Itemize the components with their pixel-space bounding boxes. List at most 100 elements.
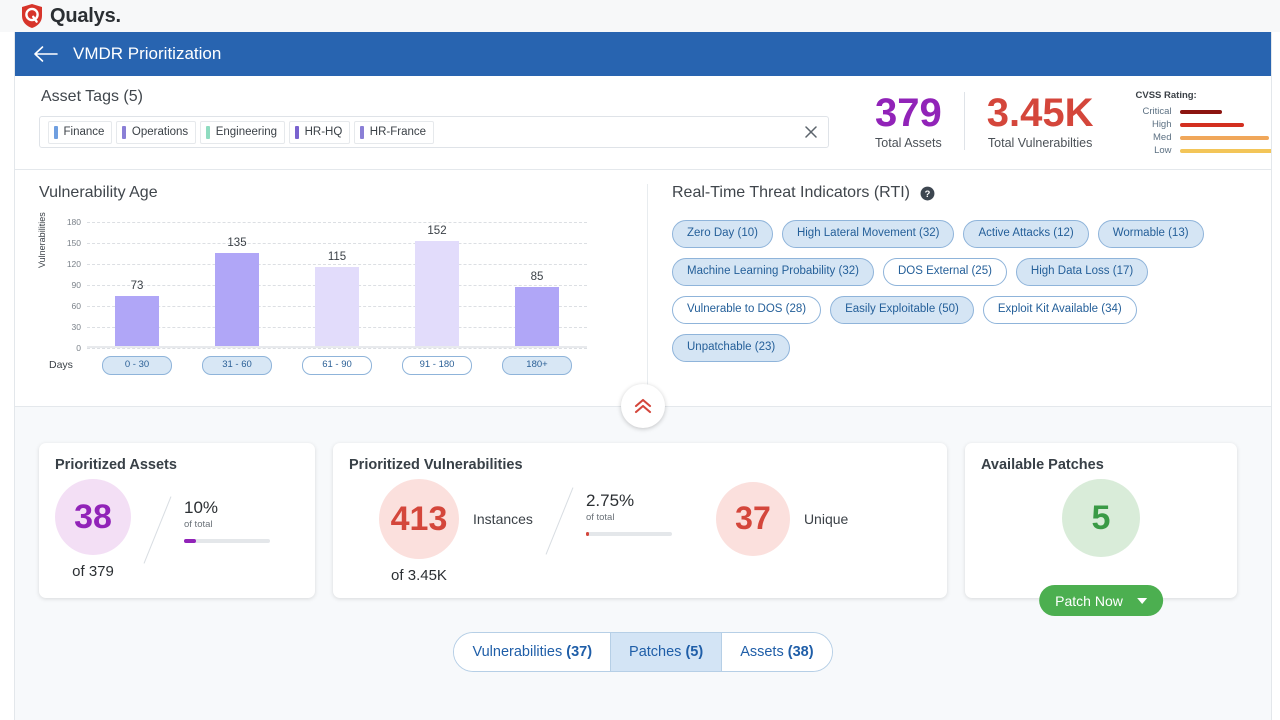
title-bar: VMDR Prioritization xyxy=(15,32,1271,76)
asset-tag[interactable]: HR-France xyxy=(354,120,435,144)
bottom-tabs: Vulnerabilities (37) Patches (5) Assets (3… xyxy=(453,632,833,672)
y-axis-tick: 0 xyxy=(76,343,81,353)
kpi-value: 3.45K xyxy=(986,91,1094,135)
tab-count: (37) xyxy=(566,644,593,660)
brand-bar: Qualys. xyxy=(0,0,1280,32)
chart-bar[interactable] xyxy=(515,287,559,346)
x-axis-category-pill[interactable]: 180+ xyxy=(502,356,572,375)
close-icon[interactable] xyxy=(804,125,818,139)
patch-now-label: Patch Now xyxy=(1055,592,1123,609)
chart-bar-cell[interactable]: 152 xyxy=(387,222,487,346)
bottom-tab[interactable]: Patches (5) xyxy=(610,633,722,671)
patch-now-button[interactable]: Patch Now xyxy=(1039,585,1163,616)
vulns-percent-fill xyxy=(585,532,590,536)
chart-bar-value: 115 xyxy=(327,250,347,263)
collapse-panels-button[interactable] xyxy=(621,384,665,428)
prioritized-vulnerabilities-card: Prioritized Vulnerabilities 413 of 3.45K… xyxy=(333,443,947,598)
asset-tag[interactable]: Operations xyxy=(116,120,197,144)
chart-bar-cell[interactable]: 73 xyxy=(87,222,187,346)
cvss-bar-track xyxy=(1179,135,1272,140)
assets-value: 38 xyxy=(74,497,112,536)
vulns-of-total: of 3.45K xyxy=(391,567,447,584)
rti-pill[interactable]: High Lateral Movement (32) xyxy=(781,220,955,248)
asset-tag-list: Finance Operations Engineering HR-HQ HR-Fran… xyxy=(48,120,438,144)
x-axis-category-pill[interactable]: 0 - 30 xyxy=(102,356,172,375)
x-axis-cell: 31 - 60 xyxy=(187,356,287,375)
vulns-instances-circle: 413 xyxy=(379,479,459,559)
rti-pill[interactable]: DOS External (25) xyxy=(882,258,1007,286)
x-axis-category-pill[interactable]: 31 - 60 xyxy=(202,356,272,375)
x-axis-category-pill[interactable]: 61 - 90 xyxy=(302,356,372,375)
rti-title: Real-Time Threat Indicators (RTI) xyxy=(672,184,910,201)
bottom-tab[interactable]: Assets (38) xyxy=(721,633,832,671)
chart-category-pills: 0 - 30 31 - 60 61 - 90 91 - 180 180+ xyxy=(87,356,587,375)
cvss-row: Med840 xyxy=(1136,131,1272,144)
rti-pill[interactable]: Wormable (13) xyxy=(1097,220,1204,248)
rti-row: Unpatchable (23) xyxy=(672,334,1232,372)
asset-tag[interactable]: Engineering xyxy=(200,120,286,144)
cvss-row: Low1865 xyxy=(1136,144,1271,157)
rti-pill[interactable]: Zero Day (10) xyxy=(672,220,773,248)
rti-pill[interactable]: High Data Loss (17) xyxy=(1015,258,1149,286)
chart-bar-value: 135 xyxy=(227,237,247,249)
rti-pill[interactable]: Vulnerable to DOS (28) xyxy=(672,296,822,324)
rti-row: Zero Day (10) High Lateral Movement (32) A… xyxy=(672,220,1232,258)
rti-pill[interactable]: Easily Exploitable (50) xyxy=(830,296,974,324)
card-title: Available Patches xyxy=(981,457,1104,473)
divider-slash xyxy=(545,486,574,555)
tag-label: HR-HQ xyxy=(304,126,343,138)
summary-cards: Prioritized Assets 38 of 379 10% of tota… xyxy=(15,407,1271,616)
qualys-logo[interactable]: Qualys. xyxy=(20,3,121,29)
help-circle-icon[interactable]: ? xyxy=(920,186,935,201)
rti-panel: Real-Time Threat Indicators (RTI) ? Zero… xyxy=(648,170,1271,406)
tab-count: (38) xyxy=(787,644,814,660)
mid-panels: Vulnerability Age Vulnerabilities 0 30 60 9… xyxy=(15,170,1271,428)
vulns-percent-block: 2.75% of total xyxy=(585,491,672,536)
kpi-caption: Total Vulnerabilties xyxy=(987,136,1093,150)
assets-percent-sub: of total xyxy=(184,519,213,530)
vulns-instances-value: 413 xyxy=(390,499,448,538)
kpi-value: 379 xyxy=(875,91,942,135)
x-axis-category-pill[interactable]: 91 - 180 xyxy=(402,356,472,375)
asset-tags-input[interactable]: Finance Operations Engineering HR-HQ HR-Fran… xyxy=(39,116,829,148)
cvss-bar-track xyxy=(1179,148,1271,153)
chart-bar[interactable] xyxy=(315,266,359,346)
rti-pill[interactable]: Unpatchable (23) xyxy=(672,334,791,362)
assets-value-circle: 38 xyxy=(55,479,131,555)
vulns-metric-row: 413 of 3.45K Instances 2.75% of total 37… xyxy=(349,479,931,584)
y-axis-tick: 180 xyxy=(66,217,81,227)
cvss-bar xyxy=(1179,148,1271,153)
qualys-shield-logo-icon xyxy=(22,4,42,28)
chart-bar-value: 152 xyxy=(427,225,447,238)
assets-of-total: of 379 xyxy=(72,563,114,580)
chart-bar[interactable] xyxy=(115,295,159,346)
asset-tag[interactable]: HR-HQ xyxy=(289,120,351,144)
chart-bar[interactable] xyxy=(415,241,459,346)
card-title: Prioritized Vulnerabilities xyxy=(349,457,523,473)
cvss-bar-track xyxy=(1179,109,1272,114)
vulns-unique-circle: 37 xyxy=(715,481,790,556)
assets-percent: 10% xyxy=(184,498,219,517)
rti-row: Vulnerable to DOS (28) Easily Exploitable… xyxy=(672,296,1232,334)
back-arrow-icon[interactable] xyxy=(33,45,59,63)
chart-bar[interactable] xyxy=(215,253,259,346)
chart-bar-cell[interactable]: 115 xyxy=(287,222,387,346)
y-axis-tick: 90 xyxy=(71,280,81,290)
rti-pill[interactable]: Exploit Kit Available (34) xyxy=(982,296,1137,324)
cvss-bar xyxy=(1179,122,1245,127)
y-axis-tick: 60 xyxy=(71,301,81,311)
vulns-percent-sub: of total xyxy=(585,512,615,523)
chart-bar-cell[interactable]: 135 xyxy=(187,222,287,346)
bottom-tab[interactable]: Vulnerabilities (37) xyxy=(454,633,611,671)
rti-row: Machine Learning Probability (32) DOS Ext… xyxy=(672,258,1232,296)
vulnerability-age-chart: Vulnerabilities 0 30 60 90 120 150 180 73 135 11… xyxy=(37,212,599,386)
x-axis-cell: 180+ xyxy=(487,356,587,375)
rti-pill[interactable]: Active Attacks (12) xyxy=(963,220,1089,248)
gridline xyxy=(87,348,587,349)
chart-bar-cell[interactable]: 85 xyxy=(487,222,587,346)
asset-tag[interactable]: Finance xyxy=(48,120,113,144)
divider-slash xyxy=(143,495,172,564)
rti-pill[interactable]: Machine Learning Probability (32) xyxy=(672,258,874,286)
cvss-bar xyxy=(1179,109,1222,114)
filter-strip: Asset Tags (5) Finance Operations Engineer… xyxy=(15,76,1271,170)
